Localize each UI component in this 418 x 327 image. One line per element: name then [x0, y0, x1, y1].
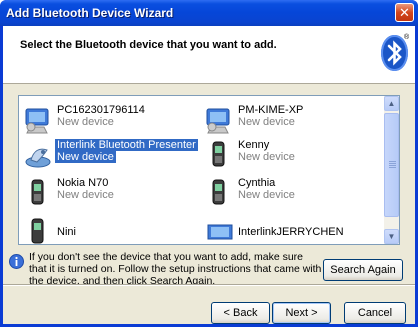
- vertical-scrollbar[interactable]: ▲ ▼: [384, 96, 399, 244]
- device-status: New device: [57, 116, 114, 128]
- device-status: New device: [55, 151, 116, 163]
- computer-icon: [204, 103, 236, 135]
- chevron-down-icon: ▼: [387, 232, 396, 241]
- device-item[interactable]: Kenny New device: [204, 138, 374, 174]
- device-name: Cynthia: [238, 177, 276, 189]
- registered-mark: ®: [404, 34, 410, 41]
- phone-icon: [204, 138, 236, 170]
- close-icon: ✕: [399, 5, 410, 20]
- device-name: Nini: [57, 226, 76, 238]
- device-list[interactable]: PC162301796114 New device PM-KIME-XP New…: [18, 95, 400, 245]
- laptop-icon: [204, 213, 236, 244]
- phone-icon: [23, 213, 55, 244]
- device-item[interactable]: PM-KIME-XP New device: [204, 103, 374, 139]
- chevron-up-icon: ▲: [387, 99, 396, 108]
- device-status: New device: [238, 151, 295, 163]
- device-name: Interlink Bluetooth Presenter: [55, 139, 198, 151]
- scroll-up-button[interactable]: ▲: [384, 96, 399, 111]
- title-bar[interactable]: Add Bluetooth Device Wizard ✕: [0, 0, 418, 26]
- window-title: Add Bluetooth Device Wizard: [6, 6, 174, 20]
- info-icon: [9, 254, 24, 269]
- divider: [3, 284, 415, 286]
- scroll-thumb[interactable]: [384, 113, 399, 217]
- device-name: PC162301796114: [57, 104, 145, 116]
- scroll-down-button[interactable]: ▼: [384, 229, 399, 244]
- help-text: If you don't see the device that you wan…: [29, 251, 322, 287]
- wizard-header: Select the Bluetooth device that you wan…: [3, 26, 415, 84]
- device-item[interactable]: InterlinkJERRYCHEN: [204, 213, 374, 244]
- wizard-window: Add Bluetooth Device Wizard ✕ Select the…: [0, 0, 418, 327]
- device-item[interactable]: Cynthia New device: [204, 176, 374, 212]
- presenter-icon: [23, 138, 55, 170]
- device-name: Nokia N70: [57, 177, 109, 189]
- page-title: Select the Bluetooth device that you wan…: [20, 39, 277, 51]
- device-status: New device: [57, 189, 114, 201]
- phone-icon: [23, 176, 55, 208]
- next-button[interactable]: Next >: [272, 302, 331, 324]
- close-button[interactable]: ✕: [395, 3, 414, 22]
- computer-icon: [23, 103, 55, 135]
- cancel-button[interactable]: Cancel: [344, 302, 406, 324]
- device-status: New device: [238, 189, 295, 201]
- device-item[interactable]: Nini: [23, 213, 193, 244]
- back-button[interactable]: < Back: [211, 302, 270, 324]
- device-item[interactable]: PC162301796114 New device: [23, 103, 193, 139]
- device-item-selected[interactable]: Interlink Bluetooth Presenter New device: [23, 138, 198, 174]
- wizard-body: Select the Bluetooth device that you wan…: [3, 26, 415, 324]
- search-again-button[interactable]: Search Again: [323, 259, 403, 281]
- device-item[interactable]: Nokia N70 New device: [23, 176, 193, 212]
- device-name: PM-KIME-XP: [238, 104, 304, 116]
- device-status: New device: [238, 116, 295, 128]
- device-name: Kenny: [238, 139, 270, 151]
- phone-icon: [204, 176, 236, 208]
- device-name: InterlinkJERRYCHEN: [238, 226, 344, 238]
